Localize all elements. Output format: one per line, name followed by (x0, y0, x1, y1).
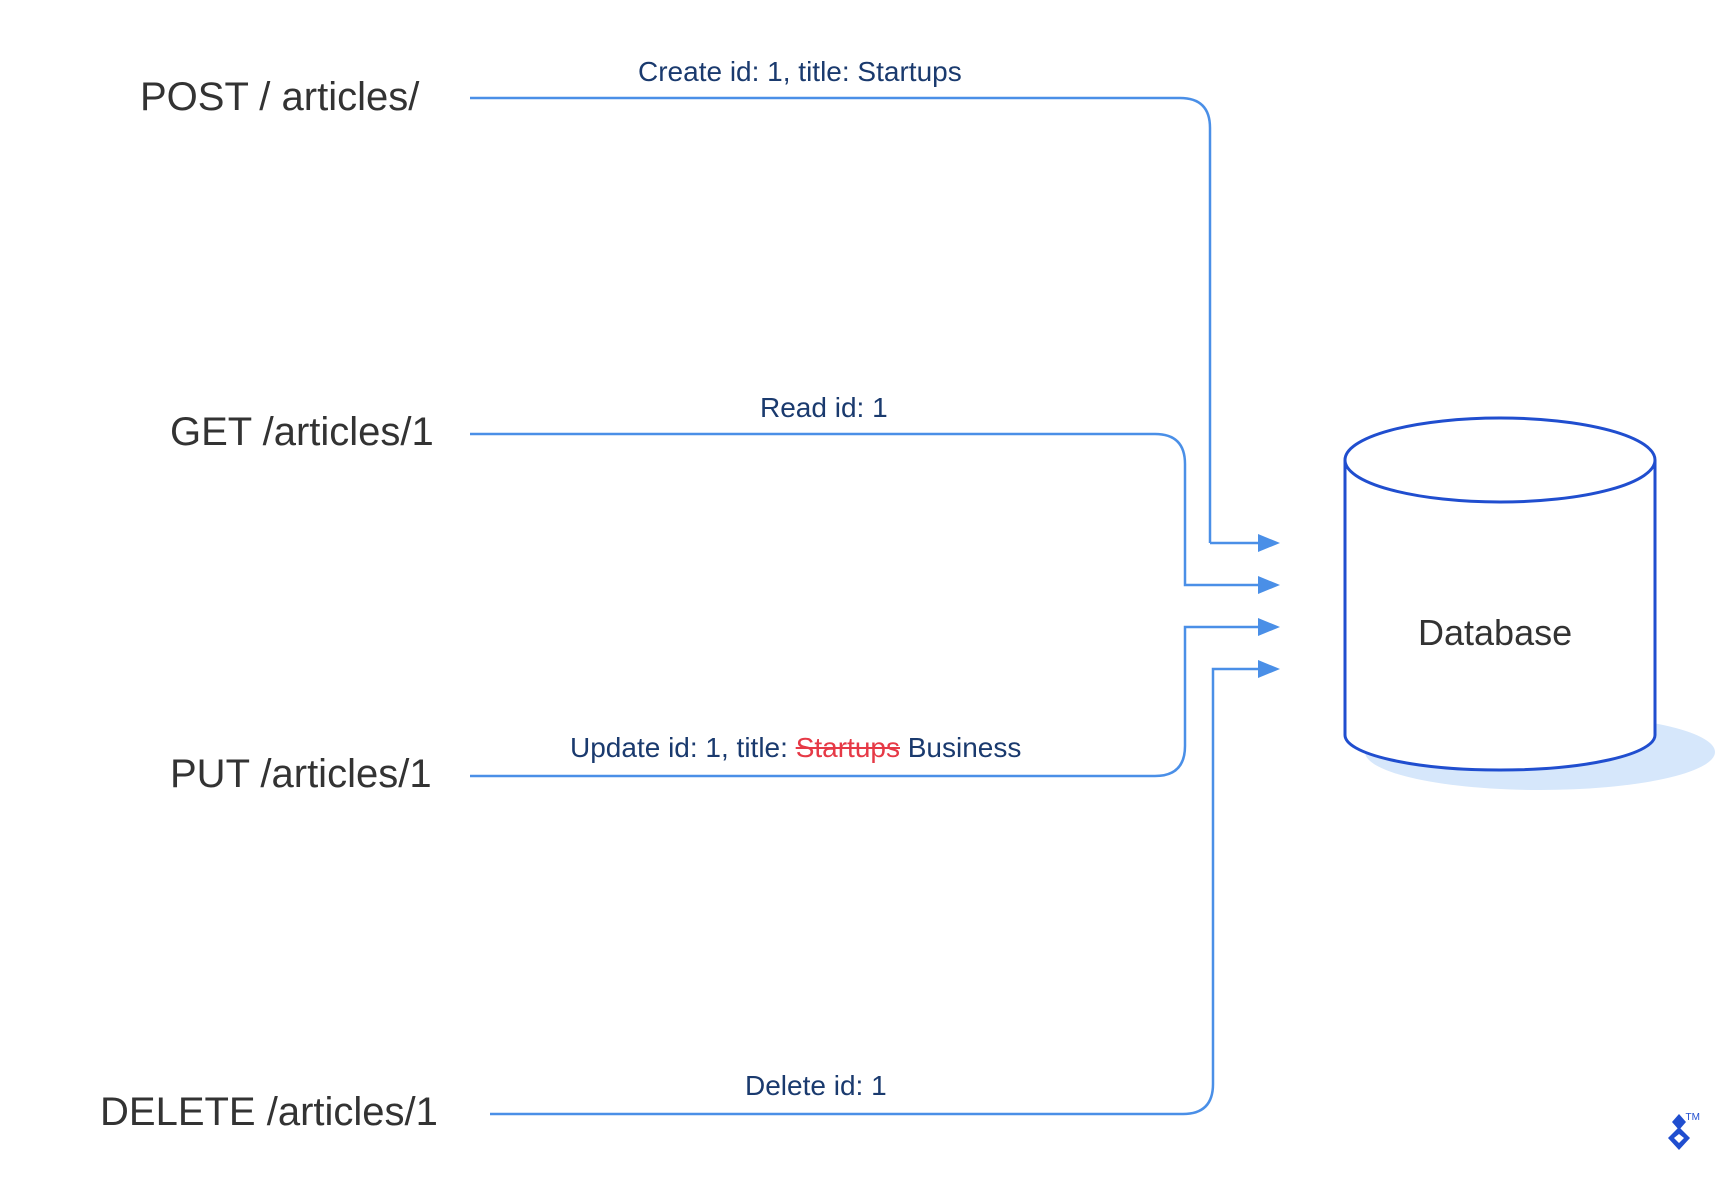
http-method-post: POST / articles/ (140, 75, 419, 120)
arrowhead-post (1258, 534, 1280, 552)
action-delete: Delete id: 1 (745, 1070, 887, 1102)
connector-get (470, 434, 1258, 585)
connector-post (470, 98, 1210, 543)
database-shadow (1365, 714, 1715, 790)
connector-layer (0, 0, 1720, 1179)
action-update: Update id: 1, title: Startups Business (570, 732, 1021, 764)
http-method-delete: DELETE /articles/1 (100, 1090, 438, 1135)
brand-logo-icon: TM (1658, 1112, 1700, 1159)
action-update-prefix: Update id: 1, title: (570, 732, 796, 763)
arrowhead-delete (1258, 660, 1280, 678)
http-method-put: PUT /articles/1 (170, 752, 432, 797)
arrowhead-put (1258, 618, 1280, 636)
http-method-get: GET /articles/1 (170, 410, 434, 455)
arrowhead-get (1258, 576, 1280, 594)
action-update-new-value: Business (900, 732, 1021, 763)
trademark-symbol: TM (1686, 1112, 1700, 1123)
database-cylinder (1345, 418, 1655, 770)
database-label: Database (1418, 612, 1572, 654)
action-create: Create id: 1, title: Startups (638, 56, 962, 88)
action-read: Read id: 1 (760, 392, 888, 424)
action-update-old-value: Startups (796, 732, 900, 763)
